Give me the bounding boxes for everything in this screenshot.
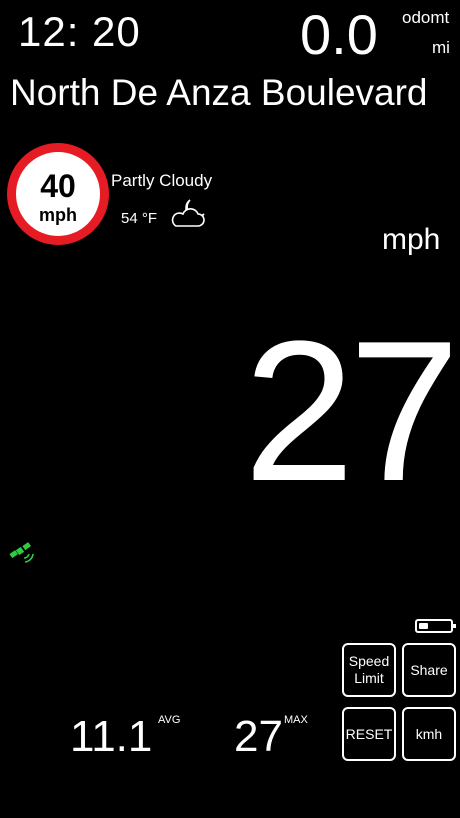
max-speed-label: MAX xyxy=(284,714,308,726)
odometer-unit: mi xyxy=(432,38,450,57)
reset-button[interactable]: RESET xyxy=(342,707,396,761)
speed-unit: mph xyxy=(382,223,441,256)
odometer-label: odomt xyxy=(402,8,450,27)
current-speed: 27 xyxy=(243,300,460,523)
average-speed-value: 11.1 xyxy=(70,712,153,761)
speed-limit-sign: 40 mph xyxy=(7,143,109,245)
odometer-value: 0.0 xyxy=(300,3,378,66)
battery-level xyxy=(419,623,428,629)
street-name: North De Anza Boulevard xyxy=(10,72,428,113)
average-speed-label: AVG xyxy=(158,714,181,726)
speed-limit-value: 40 xyxy=(40,168,76,204)
max-speed-value: 27 xyxy=(234,712,283,761)
partly-cloudy-night-icon xyxy=(170,196,210,235)
clock-time: 12: 20 xyxy=(18,8,141,55)
kmh-toggle-button[interactable]: kmh xyxy=(402,707,456,761)
weather-description: Partly Cloudy xyxy=(111,171,213,190)
weather-temperature: 54 °F xyxy=(121,210,158,227)
speed-limit-button[interactable]: Speed Limit xyxy=(342,643,396,697)
share-button[interactable]: Share xyxy=(402,643,456,697)
battery-icon xyxy=(415,619,456,633)
speed-limit-unit: mph xyxy=(39,205,77,225)
satellite-icon xyxy=(8,540,36,571)
